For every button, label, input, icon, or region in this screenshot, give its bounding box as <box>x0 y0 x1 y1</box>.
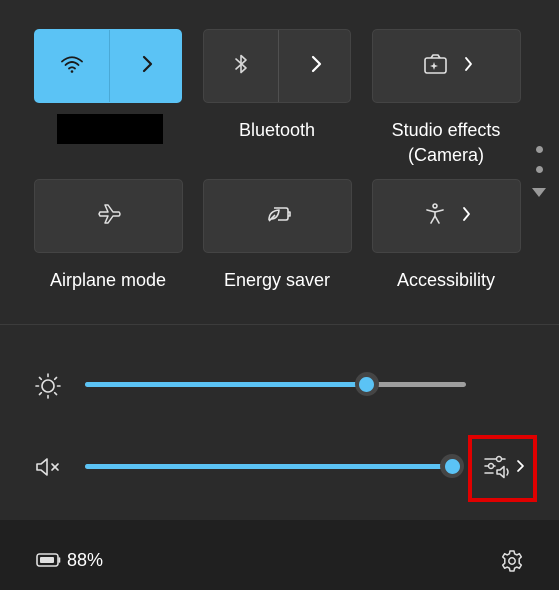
volume-slider[interactable] <box>85 454 464 478</box>
chevron-right-icon <box>140 55 154 78</box>
wifi-toggle-button[interactable] <box>35 30 109 102</box>
studio-effects-label-line2: (Camera) <box>407 145 484 165</box>
volume-slider-fill <box>85 464 452 469</box>
accessibility-button[interactable] <box>373 180 522 252</box>
studio-effects-label: Studio effects (Camera) <box>361 118 531 168</box>
airplane-icon <box>97 203 122 230</box>
chevron-right-icon <box>309 55 323 78</box>
bluetooth-toggle-button[interactable] <box>204 30 278 102</box>
accessibility-icon <box>425 202 445 230</box>
quick-settings-panel: Bluetooth Studio effects (Camera) Airpla… <box>0 0 559 590</box>
energy-saver-button[interactable] <box>204 180 353 252</box>
wifi-icon <box>60 54 84 79</box>
accessibility-tile[interactable] <box>372 179 521 253</box>
energy-saver-icon <box>266 204 292 229</box>
wifi-tile <box>34 29 182 103</box>
bluetooth-icon <box>233 53 249 80</box>
highlight-box <box>468 435 537 502</box>
battery-icon[interactable] <box>36 551 62 569</box>
wifi-label-redacted <box>57 114 163 144</box>
airplane-mode-button[interactable] <box>35 180 184 252</box>
quick-settings-footer: 88% <box>0 520 559 590</box>
sun-icon <box>33 371 63 401</box>
brightness-slider[interactable] <box>85 372 466 396</box>
airplane-mode-label: Airplane mode <box>49 270 167 290</box>
airplane-mode-tile[interactable] <box>34 179 183 253</box>
section-divider <box>0 324 559 325</box>
brightness-slider-fill <box>85 382 367 387</box>
accessibility-label: Accessibility <box>396 270 496 290</box>
bluetooth-tile <box>203 29 351 103</box>
speaker-muted-icon[interactable] <box>33 452 63 482</box>
bluetooth-label: Bluetooth <box>238 120 316 140</box>
battery-percentage[interactable]: 88% <box>67 548 103 572</box>
brightness-slider-thumb[interactable] <box>354 372 379 396</box>
page-down-arrow-icon[interactable] <box>532 188 546 197</box>
chevron-right-icon <box>461 206 471 227</box>
bluetooth-expand-button[interactable] <box>279 30 352 102</box>
studio-effects-label-line1: Studio effects <box>391 120 501 140</box>
page-indicator-dot-2[interactable] <box>536 166 543 173</box>
wifi-expand-button[interactable] <box>110 30 183 102</box>
studio-effects-icon <box>423 53 449 80</box>
energy-saver-tile[interactable] <box>203 179 352 253</box>
energy-saver-label: Energy saver <box>223 270 331 290</box>
volume-slider-thumb[interactable] <box>440 454 464 478</box>
gear-icon[interactable] <box>499 548 525 574</box>
chevron-right-icon <box>463 56 473 77</box>
studio-effects-button[interactable] <box>373 30 522 102</box>
page-indicator-dot-1[interactable] <box>536 146 543 153</box>
studio-effects-tile[interactable] <box>372 29 521 103</box>
